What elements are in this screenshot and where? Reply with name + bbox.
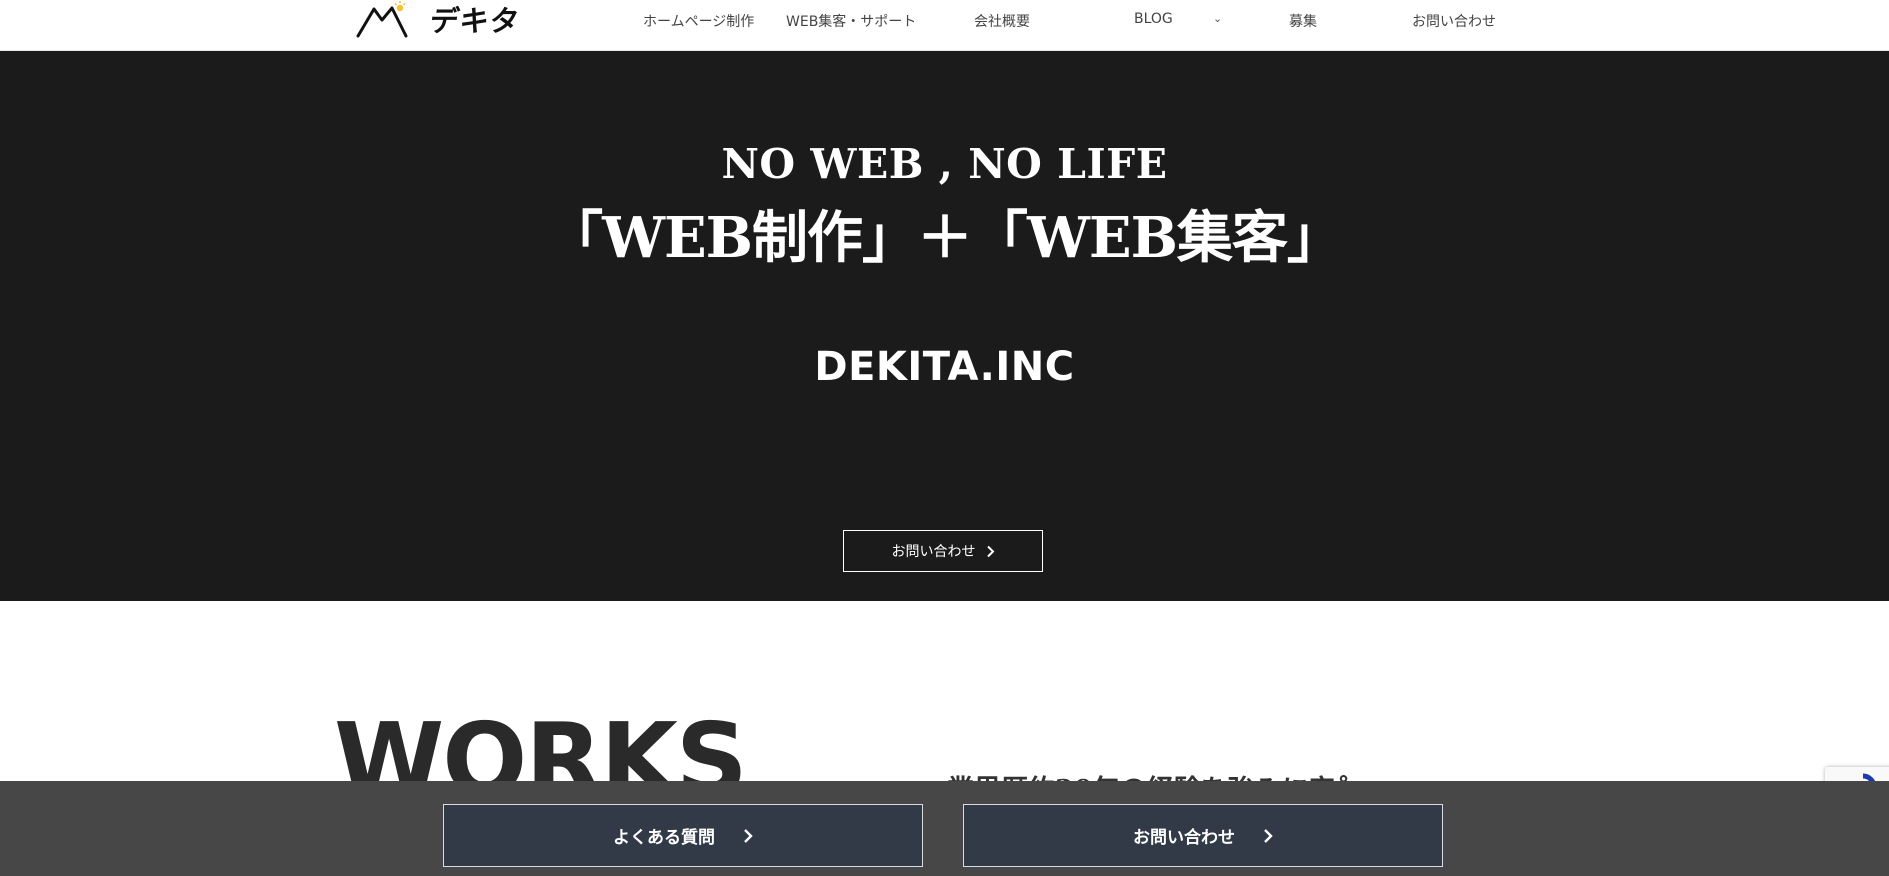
site-header: デキタ ホームページ制作 WEB集客・サポート 会社概要 BLOG ⌄ 募集 お…	[0, 0, 1889, 51]
nav-item-blog[interactable]: BLOG	[1134, 11, 1173, 27]
nav-item-recruitment[interactable]: 募集	[1289, 11, 1317, 31]
hero-company-name: DEKITA.INC	[814, 344, 1075, 390]
hero-section: NO WEB , NO LIFE 「WEB制作」＋「WEB集客」 DEKITA.…	[0, 51, 1889, 601]
nav-item-homepage-production[interactable]: ホームページ制作	[643, 11, 754, 31]
bottom-fixed-bar: よくある質問 お問い合わせ	[0, 781, 1889, 876]
chevron-right-icon	[743, 828, 753, 844]
nav-item-company-profile[interactable]: 会社概要	[974, 11, 1030, 31]
hero-contact-button-label: お問い合わせ	[891, 544, 976, 560]
faq-button[interactable]: よくある質問	[443, 804, 923, 867]
nav-item-contact[interactable]: お問い合わせ	[1412, 11, 1496, 31]
chevron-right-icon	[986, 545, 995, 558]
chevron-down-icon[interactable]: ⌄	[1213, 12, 1222, 25]
hero-title: 「WEB制作」＋「WEB集客」	[547, 205, 1343, 271]
nav-item-web-marketing-support[interactable]: WEB集客・サポート	[786, 11, 916, 31]
chevron-right-icon	[1263, 828, 1273, 844]
hero-eyebrow: NO WEB , NO LIFE	[721, 140, 1168, 188]
hero-contact-button[interactable]: お問い合わせ	[843, 530, 1043, 572]
bottom-contact-button-label: お問い合わせ	[1133, 828, 1235, 848]
main-nav: ホームページ制作 WEB集客・サポート 会社概要 BLOG ⌄ 募集 お問い合わ…	[0, 0, 1889, 40]
bottom-contact-button[interactable]: お問い合わせ	[963, 804, 1443, 867]
faq-button-label: よくある質問	[613, 828, 715, 848]
